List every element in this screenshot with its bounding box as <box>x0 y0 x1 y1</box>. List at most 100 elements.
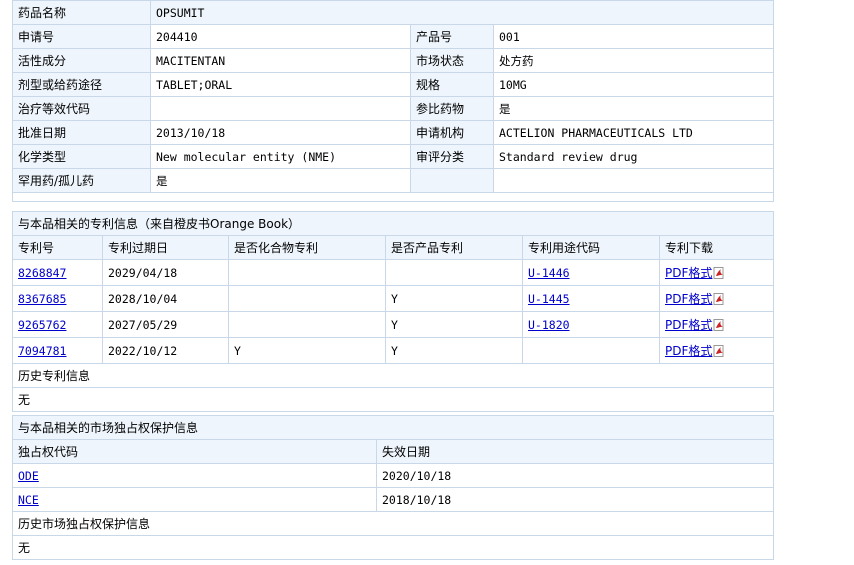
pdf-file-icon[interactable] <box>713 267 726 279</box>
column-header: 独占权代码 <box>12 439 377 464</box>
patent-number-cell: 8367685 <box>12 285 103 312</box>
patent-history-value-row: 无 <box>11 387 775 412</box>
compound-flag <box>228 259 386 286</box>
drug-info-row: 剂型或给药途径 TABLET;ORAL 规格 10MG <box>12 72 775 97</box>
pdf-file-icon[interactable] <box>713 319 726 331</box>
field-label: 治疗等效代码 <box>12 96 151 121</box>
field-value: 是 <box>492 96 775 121</box>
pdf-download-link[interactable]: PDF格式 <box>665 266 712 280</box>
exclusivity-title-row: 与本品相关的市场独占权保护信息 <box>11 415 775 440</box>
expiry-date: 2029/04/18 <box>102 259 229 286</box>
patent-number-cell: 8268847 <box>12 259 103 286</box>
exclusivity-code-link[interactable]: NCE <box>18 493 39 507</box>
field-label: 参比药物 <box>410 96 494 121</box>
expiry-date: 2027/05/29 <box>102 311 229 338</box>
section-title: 与本品相关的市场独占权保护信息 <box>11 415 775 440</box>
field-label: 批准日期 <box>12 120 151 145</box>
use-code-cell: U-1445 <box>522 285 660 312</box>
use-code-link[interactable]: U-1820 <box>528 318 570 332</box>
field-value: Standard review drug <box>492 144 775 169</box>
field-value: ACTELION PHARMACEUTICALS LTD <box>492 120 775 145</box>
exclusivity-history-label-row: 历史市场独占权保护信息 <box>11 511 775 536</box>
drug-info-row: 活性成分 MACITENTAN 市场状态 处方药 <box>12 48 775 73</box>
pdf-download-link[interactable]: PDF格式 <box>665 318 712 332</box>
pdf-file-icon[interactable] <box>713 293 726 305</box>
patent-number-link[interactable]: 7094781 <box>18 344 66 358</box>
field-label: 市场状态 <box>410 48 494 73</box>
field-label: 罕用药/孤儿药 <box>12 168 151 193</box>
drug-info-row: 药品名称 OPSUMIT <box>12 0 775 25</box>
exclusivity-table: 与本品相关的市场独占权保护信息 独占权代码 失效日期 ODE 2020/10/18 NCE… <box>11 415 775 560</box>
column-header: 专利号 <box>12 235 103 260</box>
pdf-download-link[interactable]: PDF格式 <box>665 292 712 306</box>
download-cell: PDF格式 <box>658 311 775 338</box>
use-code-cell: U-1820 <box>522 311 660 338</box>
exclusivity-row: NCE 2018/10/18 <box>12 487 775 512</box>
patent-number-cell: 7094781 <box>12 337 103 364</box>
exclusivity-code-link[interactable]: ODE <box>18 469 39 483</box>
exclusivity-header-row: 独占权代码 失效日期 <box>12 439 775 464</box>
field-value <box>492 168 775 193</box>
field-label: 产品号 <box>410 24 494 49</box>
field-label: 剂型或给药途径 <box>12 72 151 97</box>
field-value: 2013/10/18 <box>150 120 411 145</box>
product-flag: Y <box>385 285 523 312</box>
field-label: 审评分类 <box>410 144 494 169</box>
pdf-file-icon[interactable] <box>713 345 726 357</box>
product-flag: Y <box>385 337 523 364</box>
patent-number-link[interactable]: 8268847 <box>18 266 66 280</box>
product-flag: Y <box>385 311 523 338</box>
drug-info-row: 化学类型 New molecular entity (NME) 审评分类 Standa… <box>12 144 775 169</box>
history-label: 历史专利信息 <box>11 363 775 388</box>
expiry-date: 2022/10/12 <box>102 337 229 364</box>
patent-number-cell: 9265762 <box>12 311 103 338</box>
drug-info-row: 罕用药/孤儿药是 <box>12 168 775 193</box>
column-header: 是否产品专利 <box>385 235 523 260</box>
expiry-date: 2018/10/18 <box>375 487 775 512</box>
patent-row: 7094781 2022/10/12 Y Y PDF格式 <box>12 337 775 364</box>
patent-row: 8268847 2029/04/18 U-1446 PDF格式 <box>12 259 775 286</box>
field-label: 申请号 <box>12 24 151 49</box>
exclusivity-row: ODE 2020/10/18 <box>12 463 775 488</box>
history-label: 历史市场独占权保护信息 <box>11 511 775 536</box>
product-flag <box>385 259 523 286</box>
column-header: 专利用途代码 <box>522 235 660 260</box>
field-value: MACITENTAN <box>150 48 411 73</box>
patent-header-row: 专利号 专利过期日 是否化合物专利 是否产品专利 专利用途代码 专利下载 <box>12 235 775 260</box>
drug-info-row: 申请号 204410 产品号 001 <box>12 24 775 49</box>
compound-flag <box>228 311 386 338</box>
field-value: 204410 <box>150 24 411 49</box>
spacer <box>11 192 775 202</box>
pdf-download-link[interactable]: PDF格式 <box>665 344 712 358</box>
column-header: 失效日期 <box>375 439 775 464</box>
history-value: 无 <box>11 535 775 560</box>
field-label: 化学类型 <box>12 144 151 169</box>
use-code-link[interactable]: U-1445 <box>528 292 570 306</box>
exclusivity-code-cell: ODE <box>12 463 377 488</box>
compound-flag <box>228 285 386 312</box>
use-code-cell <box>522 337 660 364</box>
column-header: 专利过期日 <box>102 235 229 260</box>
section-title: 与本品相关的专利信息（来自橙皮书Orange Book） <box>11 211 775 236</box>
drug-info-table: 药品名称 OPSUMIT 申请号 204410 产品号 001 活性成分 MACITENTAN… <box>11 0 775 202</box>
column-header: 是否化合物专利 <box>228 235 386 260</box>
exclusivity-code-cell: NCE <box>12 487 377 512</box>
field-label: 活性成分 <box>12 48 151 73</box>
patent-number-link[interactable]: 8367685 <box>18 292 66 306</box>
download-cell: PDF格式 <box>658 337 775 364</box>
use-code-link[interactable]: U-1446 <box>528 266 570 280</box>
history-value: 无 <box>11 387 775 412</box>
column-header: 专利下载 <box>658 235 775 260</box>
drug-info-row: 批准日期 2013/10/18 申请机构 ACTELION PHARMACEUTICA… <box>12 120 775 145</box>
field-value: TABLET;ORAL <box>150 72 411 97</box>
patent-table: 与本品相关的专利信息（来自橙皮书Orange Book） 专利号 专利过期日 是否化合… <box>11 211 775 412</box>
patent-number-link[interactable]: 9265762 <box>18 318 66 332</box>
exclusivity-history-value-row: 无 <box>11 535 775 560</box>
download-cell: PDF格式 <box>658 285 775 312</box>
field-label <box>410 168 494 193</box>
field-value: New molecular entity (NME) <box>150 144 411 169</box>
field-value: 处方药 <box>492 48 775 73</box>
spacer-row <box>11 192 775 202</box>
field-label: 规格 <box>410 72 494 97</box>
field-value <box>150 96 411 121</box>
